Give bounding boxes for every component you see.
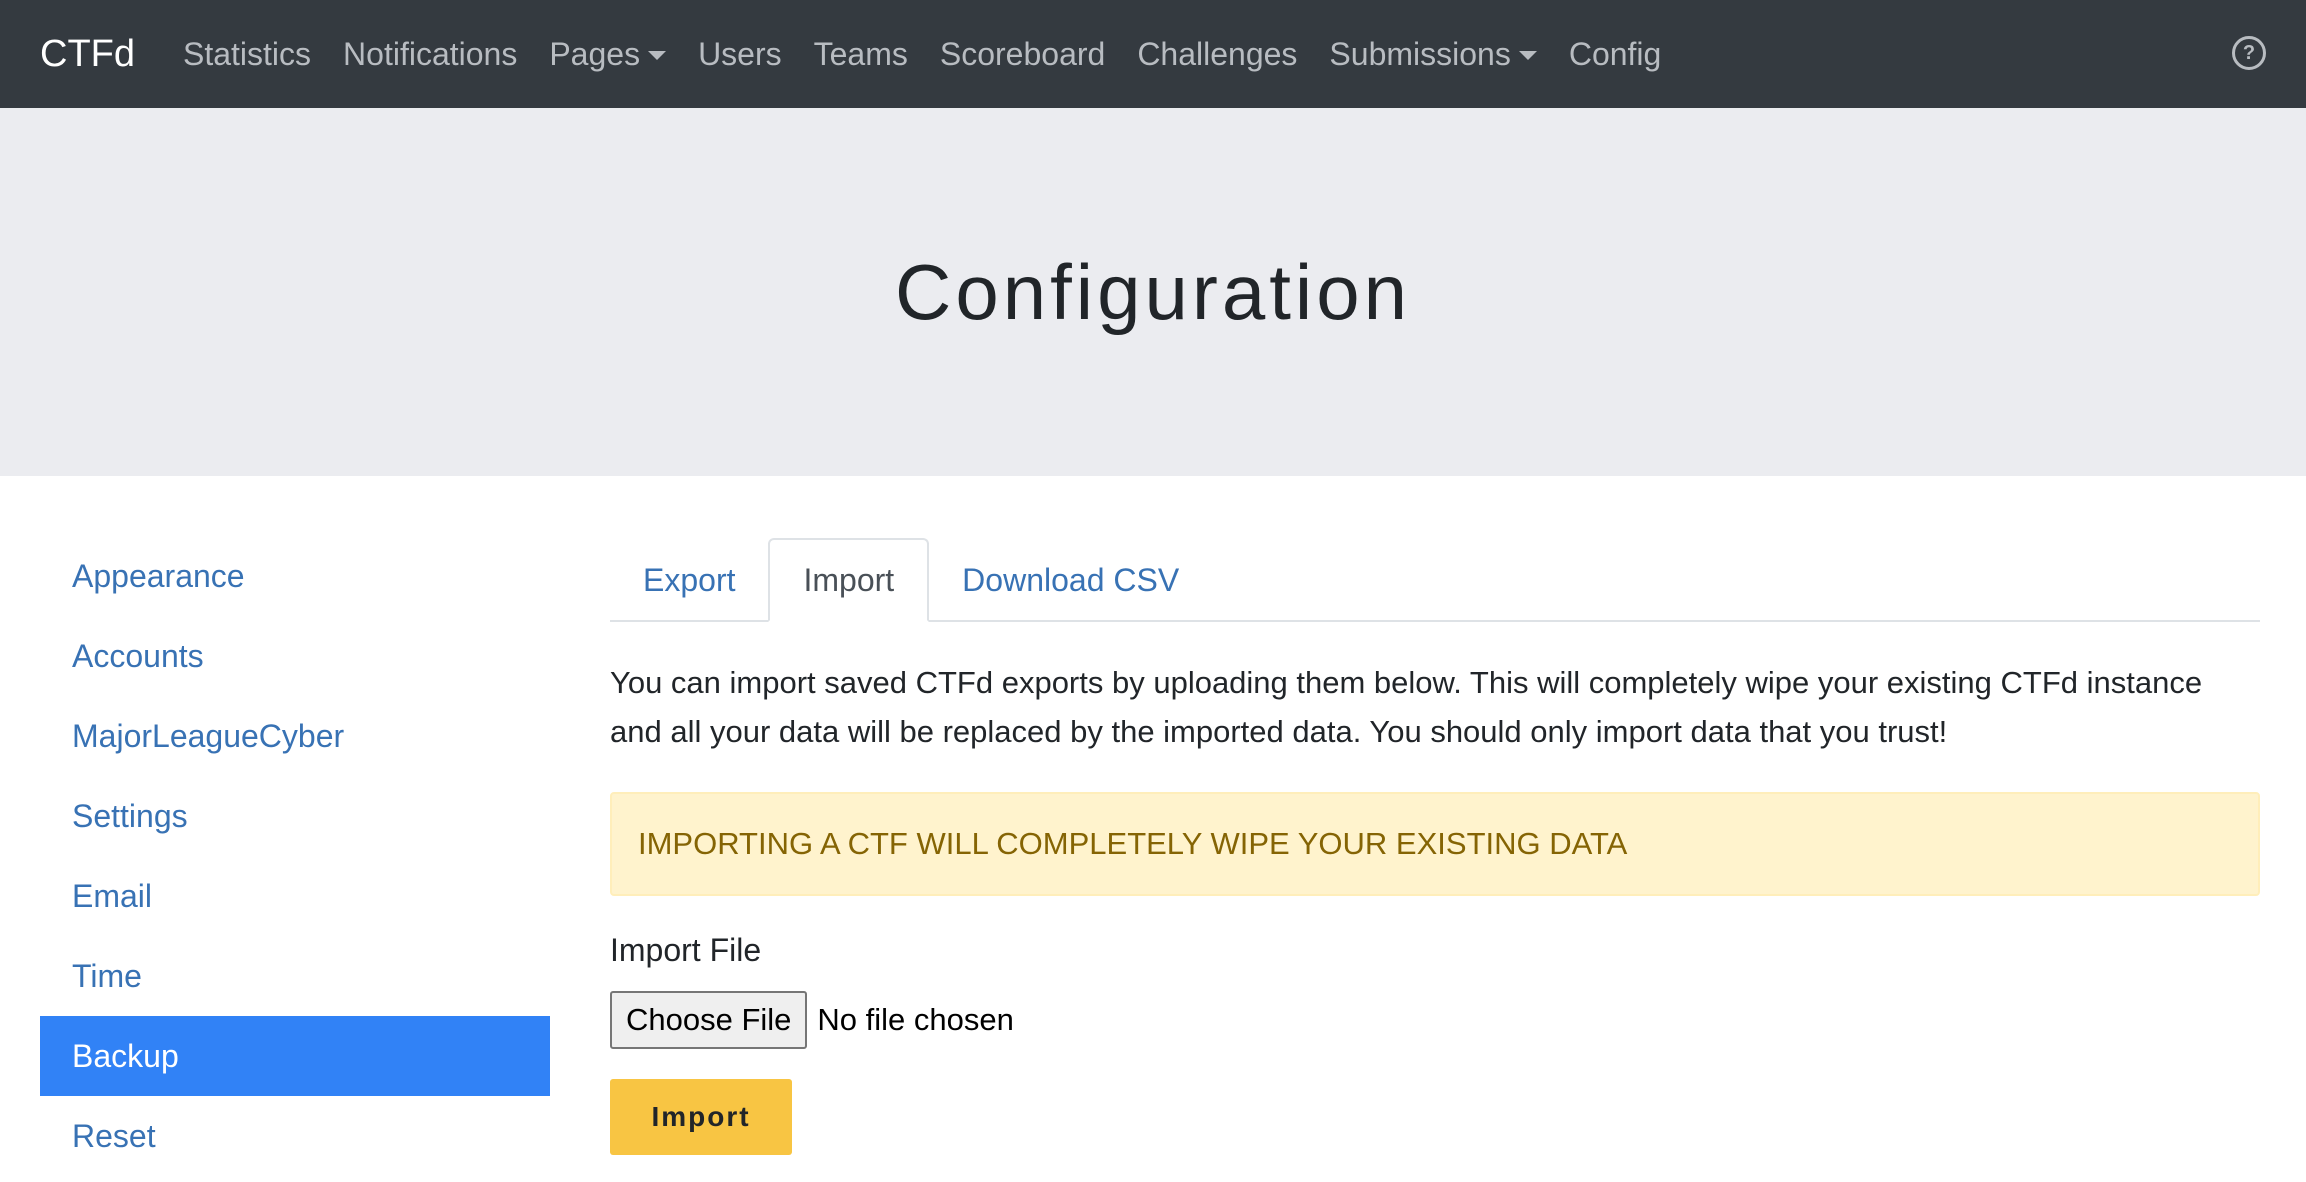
brand-logo[interactable]: CTFd [40,33,135,76]
caret-down-icon [648,50,667,60]
nav-label: Notifications [343,35,518,72]
config-sidebar: Appearance Accounts MajorLeagueCyber Set… [40,536,550,1176]
nav-users[interactable]: Users [698,36,782,73]
sidebar-item-email[interactable]: Email [40,856,550,936]
tab-import[interactable]: Import [768,538,930,622]
sidebar-item-accounts[interactable]: Accounts [40,616,550,696]
choose-file-button[interactable]: Choose File [610,991,808,1049]
nav-label: Statistics [183,35,312,72]
import-button[interactable]: Import [610,1079,792,1155]
content-area: Appearance Accounts MajorLeagueCyber Set… [0,476,2306,1182]
nav-items: Statistics Notifications Pages Users Tea… [183,36,1693,73]
warning-alert: IMPORTING A CTF WILL COMPLETELY WIPE YOU… [610,792,2260,896]
nav-label: Submissions [1329,35,1511,72]
nav-submissions-dropdown[interactable]: Submissions [1329,35,1537,73]
nav-label: Users [698,35,782,72]
question-circle-icon[interactable]: ? [2232,36,2266,70]
nav-scoreboard[interactable]: Scoreboard [940,36,1105,73]
nav-notifications[interactable]: Notifications [343,36,517,73]
file-status-text: No file chosen [817,1002,1014,1037]
sidebar-item-reset[interactable]: Reset [40,1096,550,1176]
sidebar-item-majorleaguecyber[interactable]: MajorLeagueCyber [40,696,550,776]
file-input: Choose File No file chosen [610,991,2260,1049]
nav-pages-dropdown[interactable]: Pages [549,35,667,73]
import-description: You can import saved CTFd exports by upl… [610,665,2203,749]
nav-config[interactable]: Config [1569,36,1662,73]
sidebar-item-backup[interactable]: Backup [40,1016,550,1096]
sidebar-item-time[interactable]: Time [40,936,550,1016]
sidebar-item-settings[interactable]: Settings [40,776,550,856]
page-header: Configuration [0,108,2306,476]
nav-statistics[interactable]: Statistics [183,36,311,73]
nav-label: Scoreboard [939,35,1106,72]
tab-download-csv[interactable]: Download CSV [929,540,1212,620]
caret-down-icon [1518,50,1537,60]
backup-tabs: Export Import Download CSV [610,538,2260,622]
tab-export[interactable]: Export [610,540,768,620]
nav-challenges[interactable]: Challenges [1137,36,1297,73]
sidebar-item-appearance[interactable]: Appearance [40,536,550,616]
import-file-label: Import File [610,932,762,968]
backup-panel: Export Import Download CSV You can impor… [610,538,2260,1155]
nav-label: Teams [813,35,908,72]
nav-label: Pages [549,35,641,72]
page-title: Configuration [895,247,1411,336]
nav-teams[interactable]: Teams [814,36,908,73]
top-navbar: CTFd Statistics Notifications Pages User… [0,0,2306,108]
nav-label: Challenges [1137,35,1298,72]
nav-label: Config [1568,35,1662,72]
